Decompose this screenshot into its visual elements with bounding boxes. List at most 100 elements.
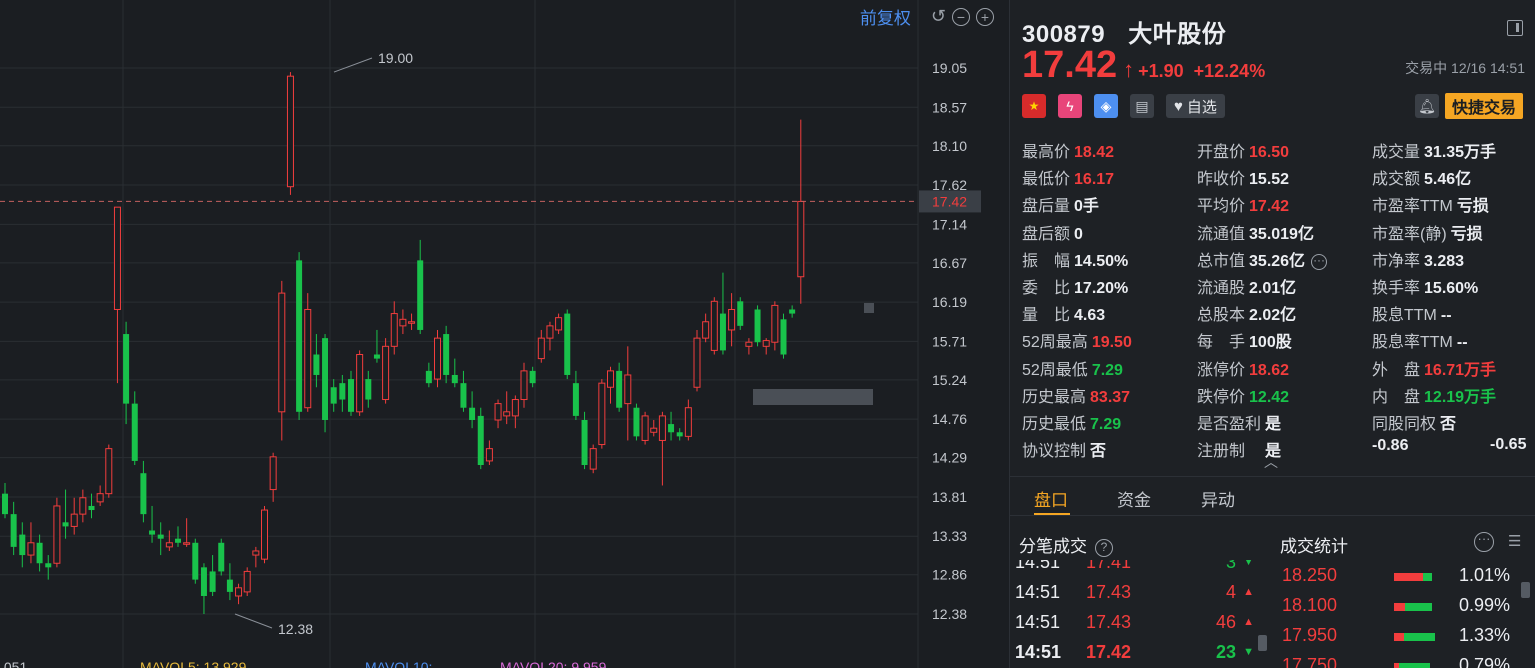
stat-item: 涨停价 18.62 <box>1197 356 1289 380</box>
candle-down <box>62 522 69 527</box>
collapse-chevron-icon[interactable]: ︿ <box>1264 452 1278 472</box>
candle-up <box>304 308 312 409</box>
trade-row[interactable]: 14:51 17.42 23 ▼ <box>1010 642 1260 668</box>
candle-up <box>503 411 511 417</box>
candle-up <box>408 321 416 324</box>
stat-label: 股息率TTM <box>1372 334 1453 352</box>
trade-ticks-list[interactable]: 14:51 17.41 3 ▼ 14:51 17.43 4 ▲ 14:51 17.43 46 ▲ 14:… <box>1010 560 1260 668</box>
stat-item: 盘后额 0 <box>1022 220 1083 244</box>
candle-down <box>737 301 744 326</box>
candle-up <box>520 370 528 401</box>
candle-up <box>399 318 407 327</box>
trade-stats-list[interactable]: 18.250 1.01% 18.100 0.99% 17.950 1.33% 17.750 0… <box>1270 565 1518 668</box>
trade-row[interactable]: 14:51 17.43 4 ▲ <box>1010 582 1260 612</box>
triangle-up-icon: ▲ <box>1243 616 1254 628</box>
candle-down <box>131 403 138 461</box>
stat-value: 12.42 <box>1249 388 1290 406</box>
trade-list-scrollbar[interactable] <box>1258 635 1267 651</box>
current-price-tag: 17.42 <box>932 193 967 209</box>
candle-up <box>235 587 243 597</box>
y-tick-label: 14.76 <box>932 411 967 427</box>
candle-down <box>581 419 588 466</box>
mavol-label: MAVOL20: 9.959 <box>500 659 607 668</box>
candle-down <box>140 473 147 515</box>
stat-item: 总市值 35.26亿 ··· <box>1197 247 1328 271</box>
lightning-icon[interactable]: ϟ <box>1058 94 1082 118</box>
mavol-label: MAVOL10: <box>365 659 432 668</box>
trade-row[interactable]: 14:51 17.43 46 ▲ <box>1010 612 1260 642</box>
candle-down <box>564 313 571 375</box>
buy-sell-bar <box>1394 573 1433 581</box>
trade-time: 14:51 <box>1015 582 1061 602</box>
stat-value: 亏损 <box>1450 225 1483 243</box>
candle-down <box>477 415 484 466</box>
candle-down <box>296 260 303 412</box>
bell-icon[interactable]: 🔔︎ <box>1415 94 1439 118</box>
stat-value: 19.50 <box>1091 334 1132 352</box>
tag-icon[interactable]: ◈ <box>1094 94 1118 118</box>
stat-label: 委 比 <box>1022 280 1071 297</box>
stat-label: 注册制 <box>1197 443 1246 461</box>
trade-stat-row[interactable]: 17.950 1.33% <box>1270 625 1518 655</box>
stat-list-scrollbar[interactable] <box>1521 582 1530 598</box>
stat-value: 16.17 <box>1074 171 1115 189</box>
stat-label: 历史最高 <box>1022 388 1087 406</box>
y-tick-label: 18.10 <box>932 138 967 154</box>
stat-item: 最低价 16.17 <box>1022 165 1114 189</box>
candle-down <box>36 542 43 564</box>
help-icon[interactable]: ? <box>1095 538 1113 557</box>
stat-value: 18.42 <box>1074 144 1115 161</box>
more-icon[interactable]: ··· <box>1474 532 1494 552</box>
stat-item: 成交量 31.35万手 <box>1372 138 1496 162</box>
china-flag-icon[interactable]: ★ <box>1022 94 1046 118</box>
trade-volume: 3 <box>1225 560 1236 572</box>
candle-up <box>356 354 364 413</box>
stat-label: 总市值 <box>1197 252 1246 270</box>
stat-value: 否 <box>1090 443 1107 461</box>
layout-toggle-icon[interactable] <box>1507 20 1523 36</box>
y-tick-label: 18.57 <box>932 99 967 115</box>
y-tick-label: 16.19 <box>932 294 967 310</box>
stat-value: 7.29 <box>1090 416 1122 433</box>
stat-item: 流通股 2.01亿 <box>1197 274 1296 298</box>
tab-pankou[interactable]: 盘口 <box>1034 486 1068 511</box>
candle-up <box>589 448 597 470</box>
kline-svg[interactable]: 19.0518.5718.1017.6217.1416.6716.1915.71… <box>0 0 1008 668</box>
candle-up <box>494 403 502 421</box>
zoom-in-icon[interactable]: + <box>976 7 994 26</box>
stat-value: 15.60% <box>1424 280 1479 297</box>
candle-up <box>624 374 632 405</box>
trade-price: 17.42 <box>1086 642 1132 662</box>
document-icon[interactable]: ▤ <box>1130 94 1154 118</box>
stat-value: 12.19万手 <box>1424 388 1497 406</box>
candle-down <box>417 260 424 330</box>
bar-red <box>1394 603 1406 611</box>
fast-trade-button[interactable]: 快捷交易 <box>1444 93 1523 119</box>
trade-row[interactable]: 14:51 17.41 3 ▼ <box>1010 560 1260 582</box>
stat-label: 历史最低 <box>1022 416 1087 433</box>
trade-stat-row[interactable]: 18.250 1.01% <box>1270 565 1518 595</box>
trade-stat-row[interactable]: 17.750 0.79% <box>1270 655 1518 668</box>
price-row: 17.42 ↑ +1.90 +12.24% <box>1022 44 1275 87</box>
tab-zijin[interactable]: 资金 <box>1117 486 1151 511</box>
low-annotation: 12.38 <box>278 621 313 637</box>
reset-icon[interactable]: ↺ <box>931 6 946 27</box>
zoom-out-icon[interactable]: − <box>952 7 970 26</box>
y-tick-label: 15.71 <box>932 333 967 349</box>
trade-volume: 4 <box>1225 582 1236 602</box>
add-watchlist-button[interactable]: ♥ 自选 <box>1166 94 1225 118</box>
bar-red <box>1394 633 1405 641</box>
tab-yidong[interactable]: 异动 <box>1201 486 1235 511</box>
stat-label: 市盈率TTM <box>1372 198 1453 216</box>
stat-label: 最高价 <box>1022 144 1071 161</box>
stat-label: 开盘价 <box>1197 144 1246 161</box>
more-icon[interactable]: ··· <box>1311 253 1328 270</box>
watch-label: 自选 <box>1186 98 1217 116</box>
kline-chart[interactable]: 19.05 18.57 18.10 17.62 17.14 16.67 16.19 15.71… <box>0 0 1008 668</box>
low-leader <box>234 613 273 629</box>
adjust-mode-button[interactable]: 前复权 <box>860 4 911 29</box>
candle-up <box>607 370 614 388</box>
list-view-icon[interactable]: ☰ <box>1508 534 1526 550</box>
candle-up <box>105 448 113 495</box>
trade-stat-row[interactable]: 18.100 0.99% <box>1270 595 1518 625</box>
